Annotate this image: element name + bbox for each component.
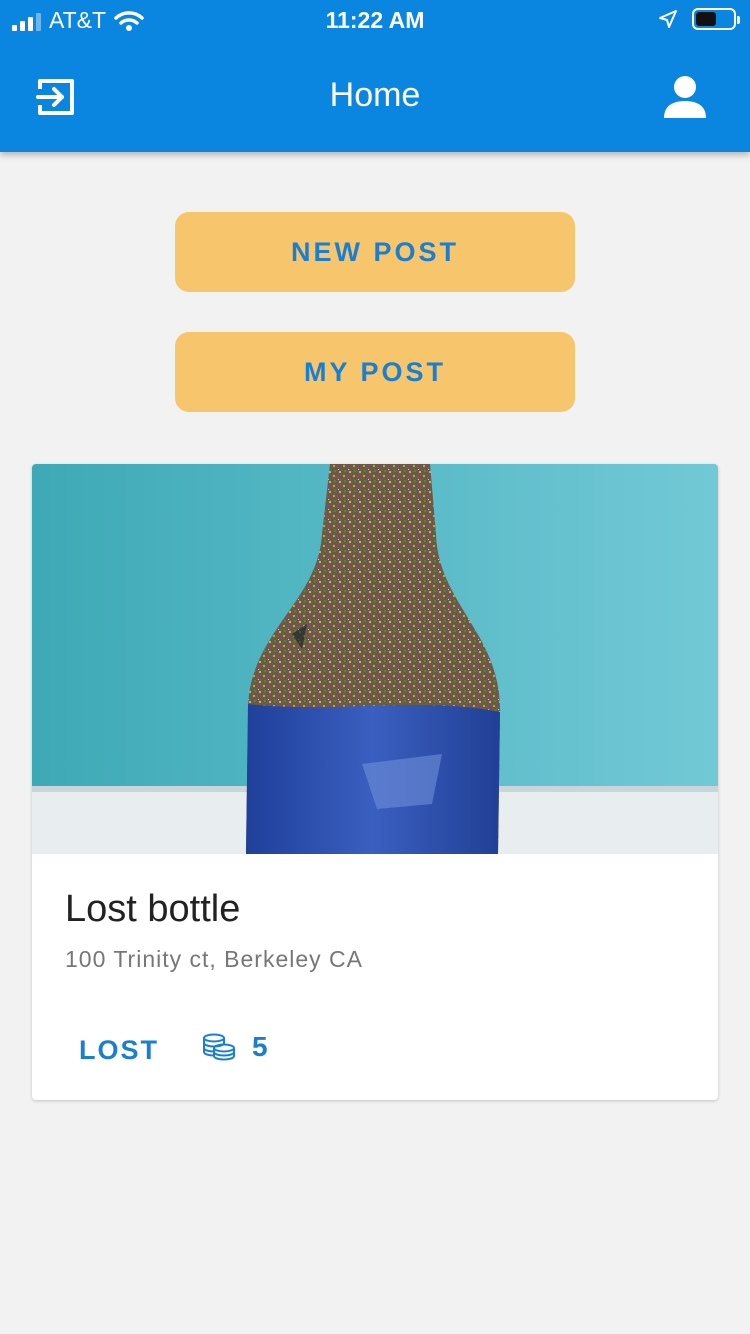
status-time: 11:22 AM — [325, 7, 425, 33]
coins-icon — [203, 1033, 235, 1061]
app-header: AT&T 11:22 AM Home — [0, 0, 750, 152]
new-post-button[interactable]: NEW POST — [175, 212, 575, 292]
post-status-label[interactable]: LOST — [79, 1035, 159, 1066]
navbar: Home — [0, 44, 750, 152]
status-right — [658, 8, 740, 30]
post-image — [32, 464, 718, 854]
post-card[interactable]: Lost bottle 100 Trinity ct, Berkeley CA … — [32, 464, 718, 1100]
post-address: 100 Trinity ct, Berkeley CA — [65, 946, 363, 972]
post-title: Lost bottle — [65, 888, 241, 930]
user-profile-icon[interactable] — [662, 74, 708, 120]
reward-indicator: 5 — [202, 1031, 268, 1063]
my-post-button[interactable]: MY POST — [175, 332, 575, 412]
reward-amount: 5 — [252, 1031, 268, 1062]
page-title: Home — [329, 76, 421, 114]
status-bar: AT&T 11:22 AM — [0, 0, 750, 40]
battery-icon — [692, 8, 740, 30]
location-arrow-icon — [659, 10, 677, 28]
